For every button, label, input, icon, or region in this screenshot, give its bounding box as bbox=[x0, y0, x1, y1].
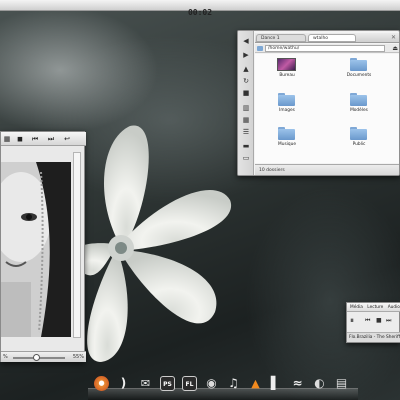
folder-icon bbox=[350, 93, 367, 106]
stop-icon[interactable]: ■ bbox=[241, 89, 251, 98]
firefox-icon[interactable]: ● bbox=[94, 376, 109, 391]
forward-icon[interactable]: ▶ bbox=[241, 51, 251, 60]
item-label: Musique bbox=[278, 142, 296, 147]
item-bureau[interactable]: Bureau bbox=[262, 56, 312, 82]
stop-icon[interactable]: ■ bbox=[376, 317, 382, 325]
up-icon[interactable]: ▲ bbox=[241, 65, 251, 74]
flower-center bbox=[108, 235, 134, 261]
gallery-icon[interactable]: ▦ bbox=[2, 134, 12, 144]
panel-icon[interactable]: ▭ bbox=[241, 154, 251, 163]
zoom-slider[interactable] bbox=[13, 354, 65, 361]
eject-icon[interactable]: ⏏ bbox=[392, 44, 398, 53]
previous-icon[interactable]: ⏮ bbox=[365, 317, 370, 325]
zoom-level: 55% bbox=[72, 354, 84, 360]
menu-media[interactable]: Média bbox=[350, 305, 363, 310]
item-label: Public bbox=[352, 142, 366, 147]
item-musique[interactable]: Musique bbox=[262, 125, 312, 151]
file-manager-window[interactable]: ◀ ▶ ▲ ↻ ■ ▥ ▦ ☰ ▬ ▭ Dance 1 wtalho ✕ /ho… bbox=[237, 30, 400, 176]
next-icon[interactable]: ⏭ bbox=[45, 134, 57, 144]
rss-icon[interactable]: ) bbox=[116, 376, 131, 391]
settings-icon[interactable]: ◐ bbox=[312, 376, 327, 391]
close-icon[interactable]: ✕ bbox=[391, 34, 396, 42]
pause-icon[interactable]: ⏸ bbox=[350, 317, 354, 325]
viewer-toolbar: ▦ ◼ ⏮ ⏭ ↩ bbox=[1, 132, 86, 146]
file-grid: Bureau Documents Images Modèles Musique … bbox=[255, 54, 399, 163]
world-icon[interactable]: ◉ bbox=[204, 376, 219, 391]
status-bar: 10 dossiers bbox=[255, 164, 399, 175]
photoshop-icon[interactable]: PS bbox=[160, 376, 175, 391]
tools-icon[interactable]: ≈ bbox=[290, 376, 305, 391]
fullscreen-icon[interactable]: ◼ bbox=[15, 134, 25, 144]
back-icon[interactable]: ◀ bbox=[241, 37, 251, 46]
folder-icon bbox=[278, 93, 295, 106]
player-controls: ⏸ ⏮ ■ ⏭ bbox=[347, 313, 400, 329]
terminal-icon[interactable]: ▬ bbox=[241, 142, 251, 151]
photo bbox=[1, 162, 71, 337]
path-field[interactable]: /home/wathu/ bbox=[265, 45, 385, 52]
folder-icon bbox=[257, 46, 263, 51]
item-public[interactable]: Public bbox=[334, 125, 384, 151]
audio-player-window[interactable]: Média Lecture Audio ⏸ ⏮ ■ ⏭ Flo.Brazilia… bbox=[346, 302, 400, 343]
item-documents[interactable]: Documents bbox=[334, 56, 384, 82]
vertical-scrollbar[interactable] bbox=[73, 152, 81, 338]
vlc-icon[interactable]: ▲ bbox=[248, 376, 263, 391]
mail-icon[interactable]: ✉ bbox=[138, 376, 153, 391]
item-label: Modèles bbox=[350, 108, 368, 113]
previous-icon[interactable]: ⏮ bbox=[29, 134, 41, 144]
drive-icon[interactable]: ▤ bbox=[334, 376, 349, 391]
item-label: Documents bbox=[346, 73, 372, 78]
next-icon[interactable]: ⏭ bbox=[386, 317, 391, 325]
folder-icon bbox=[350, 127, 367, 140]
address-bar: /home/wathu/ ⏏ bbox=[255, 44, 399, 53]
item-label: Bureau bbox=[279, 73, 295, 78]
menu-audio[interactable]: Audio bbox=[388, 305, 400, 310]
music-icon[interactable]: ♫ bbox=[226, 376, 241, 391]
folder-icon bbox=[350, 58, 367, 71]
clock: 00:02 bbox=[187, 8, 213, 17]
illustrator-icon[interactable]: FL bbox=[182, 376, 197, 391]
list-view-icon[interactable]: ☰ bbox=[241, 128, 251, 137]
flower-petals bbox=[72, 125, 232, 362]
item-modeles[interactable]: Modèles bbox=[334, 91, 384, 117]
folder-icon bbox=[278, 127, 295, 140]
columns-view-icon[interactable]: ▥ bbox=[241, 104, 251, 113]
flower-pistil bbox=[115, 242, 127, 254]
player-menubar: Média Lecture Audio bbox=[347, 303, 400, 312]
rotate-icon[interactable]: ↩ bbox=[61, 134, 73, 144]
file-manager-sidebar: ◀ ▶ ▲ ↻ ■ ▥ ▦ ☰ ▬ ▭ bbox=[238, 31, 254, 175]
reload-icon[interactable]: ↻ bbox=[241, 77, 251, 86]
item-images[interactable]: Images bbox=[262, 91, 312, 117]
track-title: Flo.Brazilia - The Sheriff bbox=[347, 332, 400, 342]
book-icon[interactable]: ▌ bbox=[268, 376, 283, 391]
dock: ● ) ✉ PS FL ◉ ♫ ▲ ▌ ≈ ◐ ▤ bbox=[88, 372, 358, 400]
icons-view-icon[interactable]: ▦ bbox=[241, 116, 251, 125]
tab-wtalho[interactable]: wtalho bbox=[308, 34, 356, 42]
desktop-thumbnail-icon bbox=[277, 58, 296, 71]
zoom-slider-knob[interactable] bbox=[33, 354, 40, 361]
image-viewer-window[interactable]: ▦ ◼ ⏮ ⏭ ↩ % 55% bbox=[0, 131, 86, 362]
zoom-out-label: % bbox=[3, 354, 8, 360]
menu-lecture[interactable]: Lecture bbox=[367, 305, 383, 310]
top-menubar: 00:02 bbox=[0, 0, 400, 17]
item-label: Images bbox=[279, 108, 295, 113]
zoom-bar: % 55% bbox=[1, 351, 86, 362]
tab-dance[interactable]: Dance 1 bbox=[256, 34, 306, 42]
tab-bar: Dance 1 wtalho ✕ bbox=[255, 33, 399, 43]
